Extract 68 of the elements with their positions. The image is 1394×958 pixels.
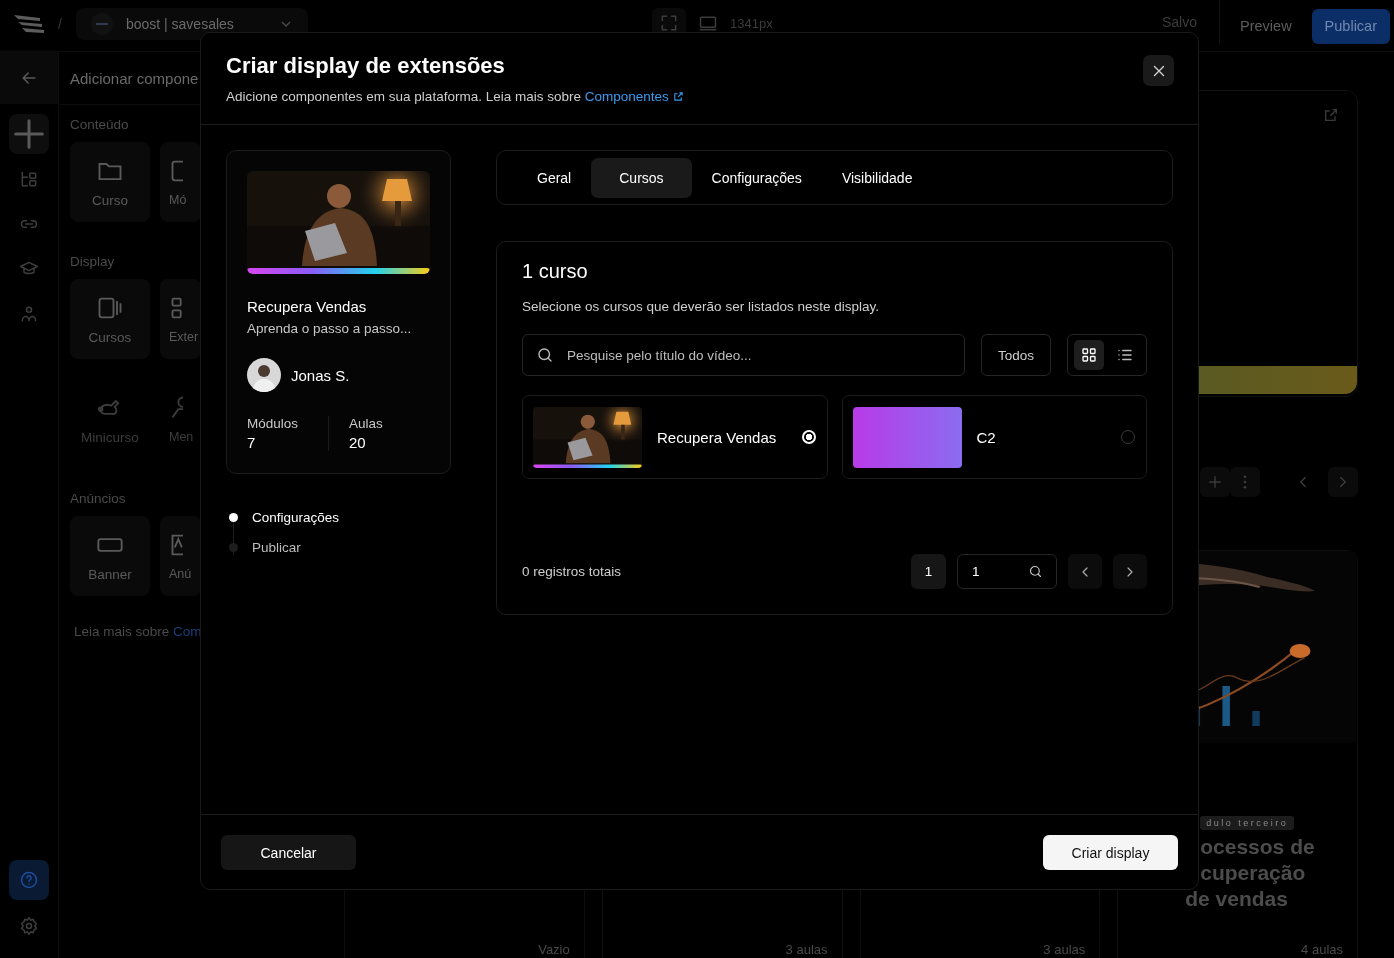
course-option[interactable]: C2 bbox=[841, 395, 1147, 479]
plus-icon bbox=[1206, 473, 1224, 491]
layout-icon[interactable] bbox=[19, 169, 39, 189]
stat-value: 20 bbox=[349, 434, 367, 451]
create-display-button[interactable]: Criar display bbox=[1043, 835, 1178, 870]
back-button[interactable] bbox=[0, 52, 58, 104]
add-button[interactable] bbox=[9, 114, 49, 154]
course-title: Recupera Vendas bbox=[247, 298, 368, 315]
next-page-button[interactable] bbox=[1113, 554, 1147, 589]
logo-icon[interactable] bbox=[14, 13, 44, 35]
external-link-icon bbox=[672, 91, 684, 102]
workspace-logo-icon bbox=[89, 12, 114, 36]
lesson-count: 3 aulas bbox=[784, 942, 829, 958]
next-button[interactable] bbox=[1328, 467, 1358, 497]
step[interactable]: Publicar bbox=[229, 532, 451, 562]
section-title: Anúncios bbox=[69, 490, 127, 508]
external-link-icon[interactable] bbox=[1323, 107, 1339, 123]
search-field[interactable]: Pesquise pelo título do vídeo... bbox=[522, 334, 965, 376]
course-name: Recupera Vendas bbox=[657, 428, 777, 446]
lesson-count: 3 aulas bbox=[1042, 942, 1087, 958]
tab[interactable]: Visibilidade bbox=[821, 157, 933, 198]
grid-icon bbox=[1080, 346, 1098, 364]
lesson-count: Vazio bbox=[537, 942, 571, 958]
breadcrumb-separator: / bbox=[58, 16, 62, 32]
stat-label: Aulas bbox=[349, 416, 384, 431]
search-icon bbox=[536, 346, 554, 364]
course-option[interactable]: Recupera Vendas bbox=[522, 395, 828, 479]
section-description: Selecione os cursos que deverão ser listados neste display. bbox=[522, 299, 880, 314]
tab[interactable]: Geral bbox=[517, 157, 592, 198]
stat-value: 7 bbox=[247, 434, 257, 451]
grid-view-button[interactable] bbox=[1074, 340, 1104, 370]
fullscreen-icon bbox=[659, 13, 679, 33]
add-button[interactable] bbox=[1200, 467, 1230, 497]
settings-icon[interactable] bbox=[19, 916, 39, 936]
previous-page-button[interactable] bbox=[1068, 554, 1102, 589]
page-input[interactable]: 1 bbox=[957, 554, 1057, 589]
tab[interactable]: Cursos bbox=[591, 157, 692, 198]
total-count: 0 registros totais bbox=[522, 564, 622, 579]
dialog-title: Criar display de extensões bbox=[226, 53, 505, 79]
module-title: ocessos de bbox=[1200, 834, 1315, 860]
section-title: Conteúdo bbox=[69, 116, 130, 134]
filter-dropdown[interactable]: Todos bbox=[980, 334, 1051, 376]
module-title: de vendas bbox=[1185, 886, 1288, 912]
close-button[interactable] bbox=[1143, 55, 1174, 86]
more-icon[interactable] bbox=[1230, 467, 1260, 497]
users-icon[interactable] bbox=[19, 304, 39, 324]
avatar bbox=[247, 358, 281, 392]
search-icon bbox=[1028, 564, 1043, 579]
lesson-count: 4 aulas bbox=[1300, 942, 1344, 958]
publish-button[interactable]: Publicar bbox=[1311, 8, 1390, 44]
help-button[interactable] bbox=[9, 860, 49, 900]
section-title: Display bbox=[69, 253, 116, 271]
cancel-button[interactable]: Cancelar bbox=[221, 835, 356, 870]
page-button[interactable]: 1 bbox=[911, 554, 946, 589]
author-name: Jonas S. bbox=[291, 366, 350, 384]
step[interactable]: Configurações bbox=[229, 502, 451, 532]
module-title: cuperação bbox=[1200, 860, 1306, 886]
components-link[interactable]: Componentes bbox=[584, 89, 684, 104]
question-mark-icon bbox=[19, 870, 39, 890]
viewport-width: 1341px bbox=[730, 15, 773, 31]
course-name: C2 bbox=[976, 428, 996, 446]
tab[interactable]: Configurações bbox=[691, 157, 822, 198]
monitor-icon[interactable] bbox=[698, 13, 718, 33]
course-subtitle: Aprenda o passo a passo... bbox=[247, 321, 413, 336]
dialog-subtitle: Adicione componentes em sua plataforma. Leia mais sobre Componentes bbox=[226, 89, 1173, 104]
stat-label: Módulos bbox=[247, 416, 300, 431]
section-title: 1 curso bbox=[522, 260, 589, 283]
module-tag: dulo terceiro bbox=[1200, 816, 1295, 830]
